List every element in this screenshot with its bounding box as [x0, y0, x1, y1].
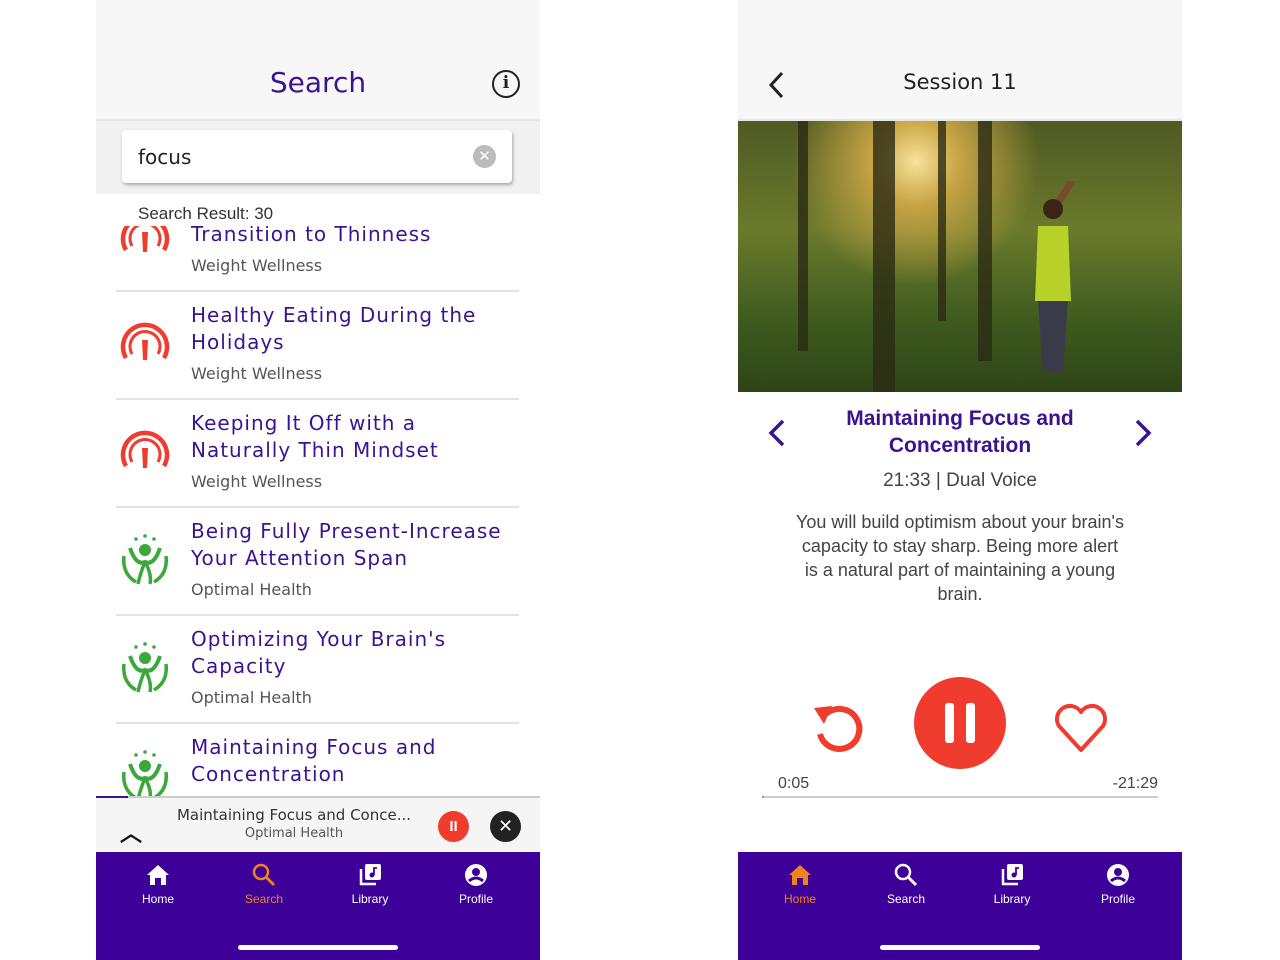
library-icon [359, 864, 381, 886]
page-title: Session 11 [903, 70, 1017, 94]
wellness-figure-icon [122, 750, 168, 796]
list-item[interactable]: Healthy Eating During the Holidays Weight… [116, 292, 519, 400]
wellness-figure-icon [122, 642, 168, 693]
list-item[interactable]: Keeping It Off with a Naturally Thin Min… [116, 400, 519, 508]
wellness-figure-icon [122, 534, 168, 585]
tab-library[interactable]: Library [330, 862, 410, 906]
tab-profile[interactable]: Profile [436, 862, 516, 906]
result-title: Healthy Eating During the Holidays [191, 303, 477, 354]
gauge-icon [120, 430, 170, 468]
library-icon [1001, 864, 1023, 886]
track-description: You will build optimism about your brain… [796, 512, 1124, 604]
result-title: Transition to Thinness [191, 226, 432, 246]
player-screen: Session 11 Maintaining Focus and Concent… [738, 0, 1182, 960]
progress-slider[interactable] [762, 796, 1158, 798]
replay-icon[interactable] [808, 700, 868, 760]
result-category: Weight Wellness [191, 256, 323, 275]
clear-search-icon[interactable]: ✕ [473, 145, 496, 168]
close-button[interactable]: ✕ [490, 811, 521, 842]
mini-player-title: Maintaining Focus and Conce... [176, 806, 412, 824]
home-indicator [238, 945, 398, 950]
result-category: Weight Wellness [191, 472, 323, 491]
bottom-nav: Home Search Library Profile [738, 852, 1182, 960]
page-title: Search [269, 66, 367, 99]
tab-label: Library [351, 892, 389, 906]
tab-profile[interactable]: Profile [1078, 862, 1158, 906]
profile-icon [465, 864, 487, 886]
track-meta: 21:33 | Dual Voice [883, 470, 1037, 491]
tab-label: Home [783, 892, 816, 906]
mini-progress [96, 796, 128, 798]
mini-player[interactable]: ︿ Maintaining Focus and Conce... Optimal… [96, 796, 540, 852]
home-indicator [880, 945, 1040, 950]
header: Session 11 [738, 0, 1182, 121]
list-item[interactable]: Optimizing Your Brain's Capacity Optimal … [116, 616, 519, 724]
tab-search[interactable]: Search [224, 862, 304, 906]
results-list[interactable]: Transition to Thinness Weight Wellness Hea… [96, 226, 540, 796]
result-title: Optimizing Your Brain's Capacity [191, 627, 447, 678]
list-item[interactable]: Maintaining Focus and ConcentrationOptim… [116, 724, 519, 796]
search-icon [894, 863, 918, 887]
remaining-time: -21:29 [1112, 775, 1158, 792]
search-screen: Search i focus ✕ Search Result: 30 Trans… [96, 0, 540, 960]
search-query: focus [138, 145, 192, 169]
gauge-icon [120, 322, 170, 360]
info-icon[interactable]: i [492, 70, 520, 98]
tab-home[interactable]: Home [118, 862, 198, 906]
home-icon [789, 865, 811, 885]
result-category: Optimal Health [191, 580, 312, 599]
bottom-nav: Home Search Library Profile [96, 852, 540, 960]
result-category: Weight Wellness [191, 364, 323, 383]
profile-icon [1107, 864, 1129, 886]
tab-label: Search [886, 892, 926, 906]
session-image [738, 121, 1182, 392]
tab-label: Profile [458, 892, 493, 906]
favorite-heart-icon[interactable] [1053, 700, 1109, 756]
mini-player-subtitle: Optimal Health [244, 826, 344, 841]
previous-session-icon[interactable] [766, 418, 788, 448]
search-icon [252, 863, 276, 887]
tab-label: Home [141, 892, 174, 906]
tab-search[interactable]: Search [866, 862, 946, 906]
search-bar: focus ✕ [96, 121, 540, 194]
pause-button[interactable]: II [438, 811, 469, 842]
tab-label: Library [993, 892, 1031, 906]
list-item[interactable]: Transition to Thinness Weight Wellness [116, 226, 519, 292]
pause-button[interactable] [914, 677, 1006, 769]
next-session-icon[interactable] [1132, 418, 1154, 448]
search-result-count: Search Result: 30 [138, 204, 274, 223]
result-title: Being Fully Present-Increase Your Attent… [191, 519, 502, 570]
result-title: Maintaining Focus and Concentration [191, 735, 437, 786]
result-title: Keeping It Off with a Naturally Thin Min… [191, 411, 439, 462]
result-category: Optimal Health [191, 688, 312, 707]
chevron-up-icon[interactable]: ︿ [120, 816, 142, 848]
list-item[interactable]: Being Fully Present-Increase Your Attent… [116, 508, 519, 616]
elapsed-time: 0:05 [778, 775, 810, 792]
tab-label: Profile [1100, 892, 1135, 906]
home-icon [147, 865, 169, 885]
tab-library[interactable]: Library [972, 862, 1052, 906]
track-title: Maintaining Focus and Concentration [846, 407, 1074, 457]
tab-label: Search [244, 892, 284, 906]
tab-home[interactable]: Home [760, 862, 840, 906]
search-input[interactable]: focus ✕ [122, 130, 512, 183]
header: Search i [96, 0, 540, 121]
gauge-icon [120, 226, 170, 252]
